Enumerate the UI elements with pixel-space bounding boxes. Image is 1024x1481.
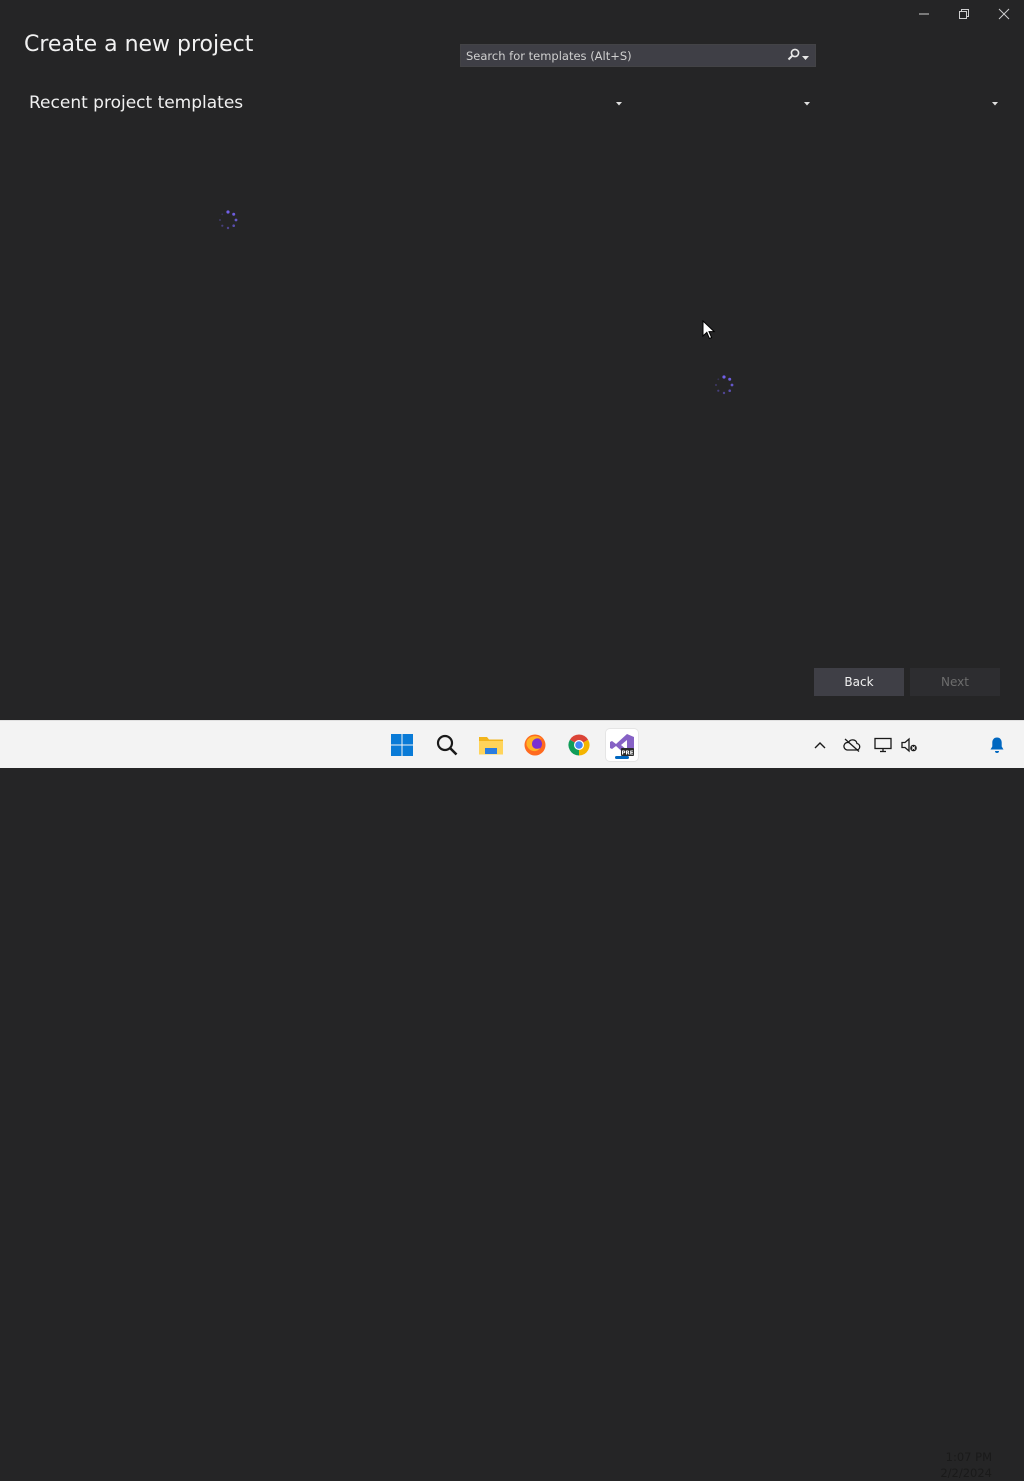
search-input[interactable] [461,45,781,66]
next-button[interactable]: Next [910,668,1000,696]
active-app-indicator [615,756,629,759]
window-controls [904,0,1024,28]
all-templates-loading-spinner [713,374,735,396]
firefox-icon[interactable] [519,729,551,761]
start-icon[interactable] [386,729,418,761]
chrome-icon[interactable] [563,729,595,761]
back-button[interactable]: Back [814,668,904,696]
system-clock[interactable]: 1:07 PM 2/2/2024 [922,1449,992,1481]
restore-icon[interactable] [944,0,984,28]
close-icon[interactable] [984,0,1024,28]
taskbar: PRE 1:07 PM 2/2/2024 [0,720,1024,1480]
search-options-button[interactable] [781,45,815,66]
clock-date: 2/2/2024 [940,1466,992,1480]
page-title: Create a new project [24,32,254,57]
chevron-down-icon [804,91,810,110]
chevron-down-icon [802,46,809,65]
recent-templates-heading: Recent project templates [29,93,244,113]
clock-time: 1:07 PM [945,1450,992,1464]
create-project-window: Create a new project Recent project temp… [0,0,1024,720]
file-explorer-icon[interactable] [475,729,507,761]
chevron-down-icon [616,91,622,110]
language-filter[interactable] [460,90,624,110]
search-icon[interactable] [431,729,463,761]
visual-studio-preview-icon[interactable]: PRE [606,729,638,761]
display-icon[interactable] [873,735,893,755]
notification-bell-icon[interactable] [987,735,1007,755]
chevron-down-icon [992,91,998,110]
recent-templates-loading-spinner [217,209,239,231]
platform-filter[interactable] [648,90,812,110]
minimize-icon[interactable] [904,0,944,28]
template-search[interactable] [460,44,816,67]
speaker-muted-icon[interactable] [899,735,919,755]
chevron-up-icon[interactable] [810,735,830,755]
onedrive-offline-icon[interactable] [842,735,862,755]
mouse-cursor-icon [702,319,716,340]
project-type-filter[interactable] [836,90,1000,110]
search-icon [787,46,800,65]
